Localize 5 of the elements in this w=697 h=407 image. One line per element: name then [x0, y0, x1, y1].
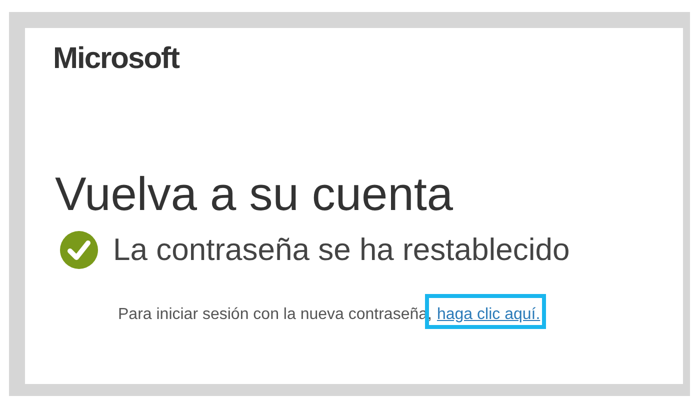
checkmark-icon	[59, 230, 99, 270]
sign-in-link[interactable]: haga clic aquí.	[436, 306, 540, 323]
status-message: La contraseña se ha restablecido	[113, 232, 570, 268]
logo-text: Microsoft	[53, 42, 180, 76]
page-heading: Vuelva a su cuenta	[55, 168, 454, 220]
